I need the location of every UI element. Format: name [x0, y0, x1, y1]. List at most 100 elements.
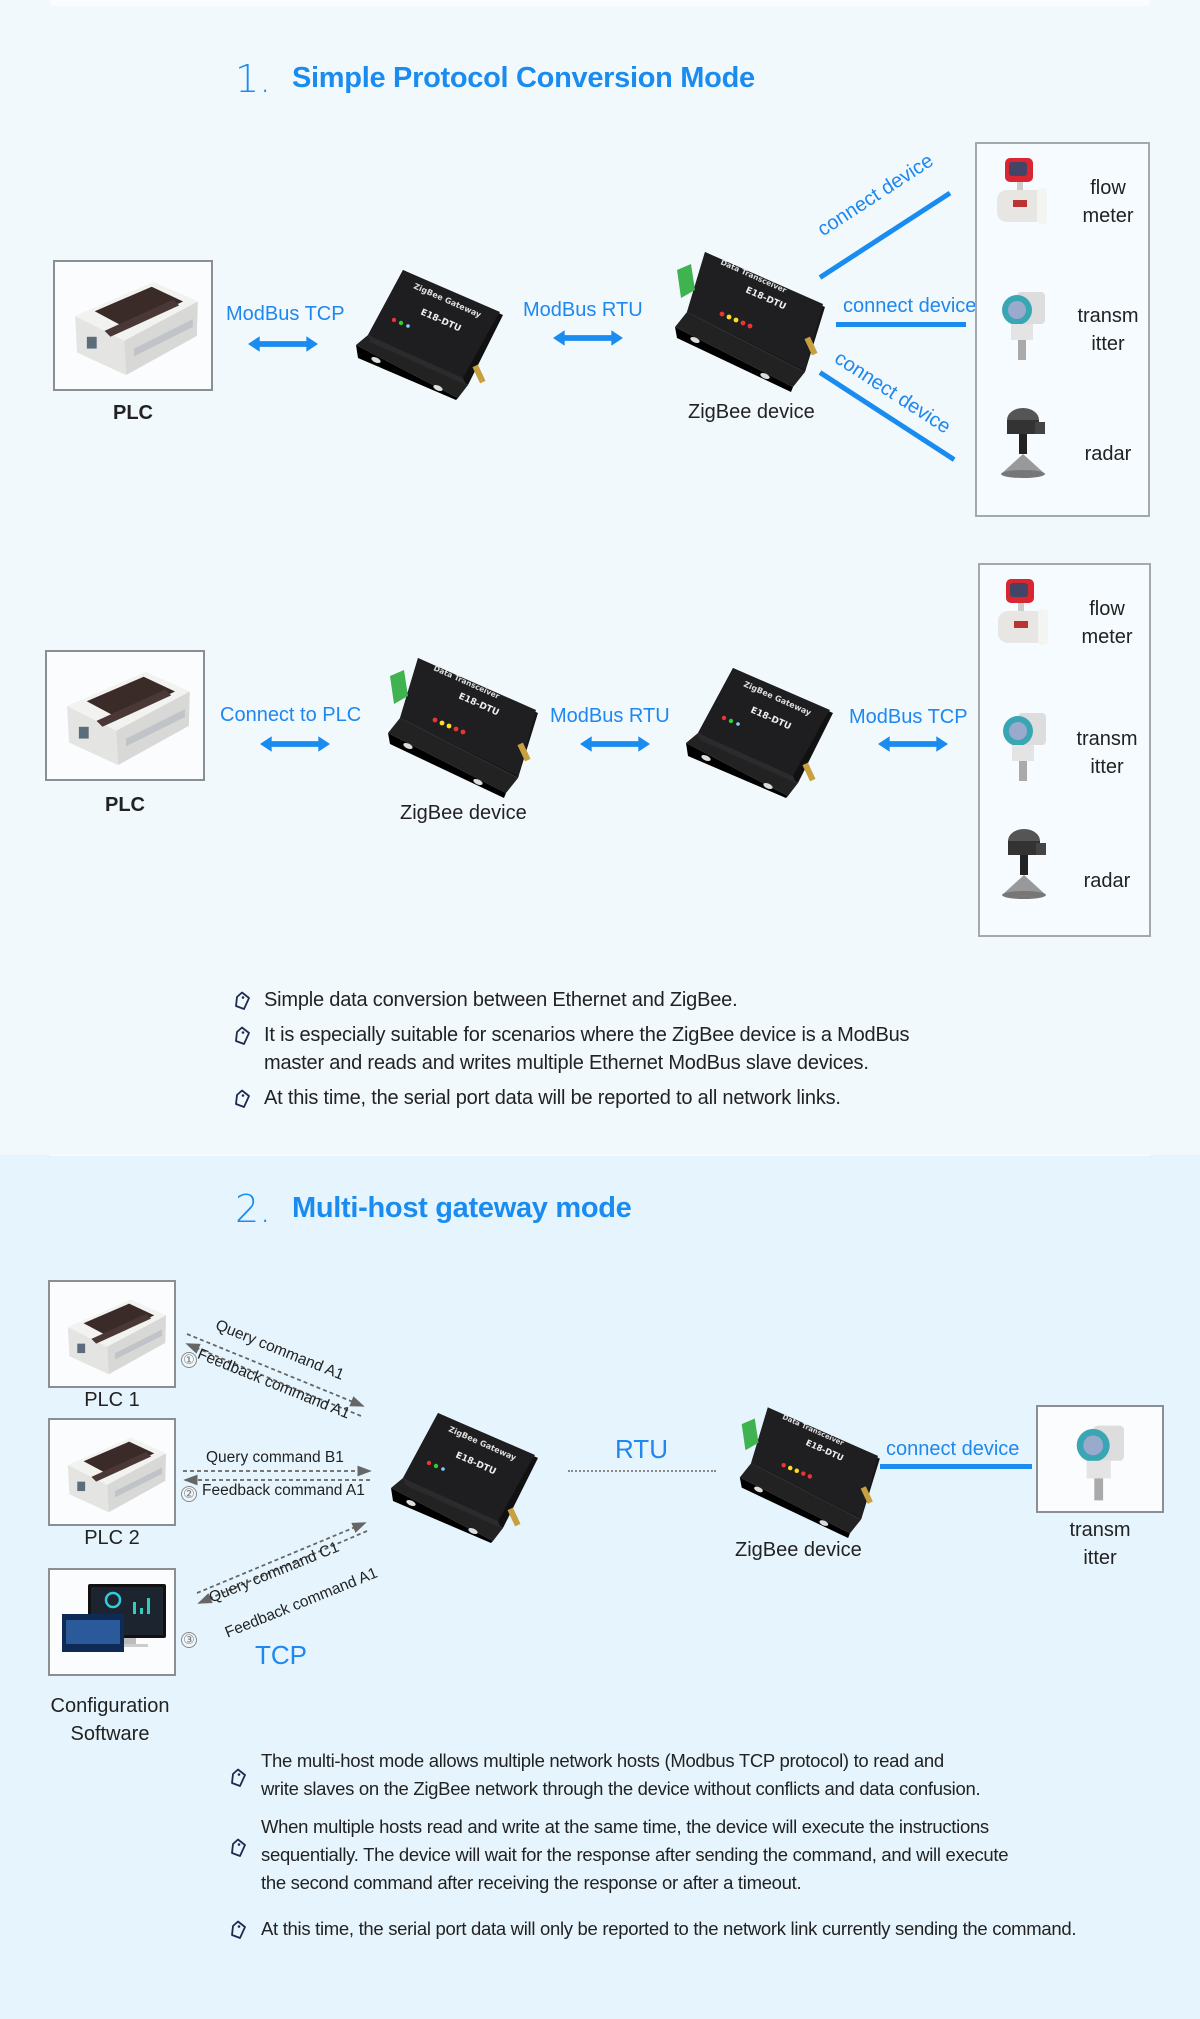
label-line: transm [1069, 1519, 1131, 1541]
rtu-dotted-line [568, 1470, 716, 1472]
transmitter-label: transm itter [1036, 1516, 1164, 1572]
double-arrow-icon [878, 736, 948, 752]
double-arrow-icon [260, 736, 330, 752]
zigbee-gateway-device [348, 250, 508, 400]
modbus-rtu-label: ModBus RTU [550, 705, 670, 727]
sensor-label-transmitter: transm itter [1073, 302, 1143, 358]
section-divider [50, 1154, 1150, 1156]
modbus-tcp-label: ModBus TCP [226, 303, 345, 325]
zigbee-gateway-device [678, 648, 838, 798]
connect-device-label: connect device [813, 149, 938, 241]
step-number-3: ③ [181, 1632, 197, 1648]
bullet-item: The multi-host mode allows multiple netw… [261, 1747, 981, 1803]
radar-icon [995, 406, 1055, 486]
bullet-line: write slaves on the ZigBee network throu… [261, 1778, 981, 1799]
section2-number: 2. [235, 1187, 272, 1231]
section1-title: Simple Protocol Conversion Mode [292, 62, 755, 94]
bullet-item: When multiple hosts read and write at th… [261, 1813, 1009, 1897]
plc-icon [60, 1428, 170, 1518]
plc-icon [57, 662, 195, 770]
bullet-line: Simple data conversion between Ethernet … [264, 989, 738, 1011]
modbus-rtu-label: ModBus RTU [523, 299, 643, 321]
bullet-line: sequentially. The device will wait for t… [261, 1844, 1009, 1865]
sensor-label-line: meter [1081, 626, 1133, 648]
section2-title: Multi-host gateway mode [292, 1192, 632, 1224]
bullet-line: At this time, the serial port data will … [264, 1087, 841, 1109]
bullet-item: It is especially suitable for scenarios … [264, 1021, 910, 1077]
bullet-item: At this time, the serial port data will … [261, 1915, 1077, 1943]
zigbee-transceiver-device [730, 1398, 885, 1538]
sensor-label-radar: radar [1083, 870, 1131, 892]
connect-to-plc-label: Connect to PLC [220, 704, 362, 726]
rtu-label: RTU [615, 1434, 668, 1464]
sensor-label-line: transm [1077, 305, 1139, 327]
sensor-label-line: flow [1090, 177, 1126, 199]
plc-image-box [53, 260, 213, 391]
plc-icon [65, 272, 203, 380]
label-line: Software [70, 1723, 150, 1745]
sensor-label-line: transm [1076, 728, 1138, 750]
bullet-line: When multiple hosts read and write at th… [261, 1816, 989, 1837]
sensor-group-box: flow meter transm itter radar [975, 142, 1150, 517]
transmitter-image-box [1036, 1405, 1164, 1513]
sensor-label-line: flow [1089, 598, 1125, 620]
top-strip [50, 0, 1150, 6]
bullet-line: It is especially suitable for scenarios … [264, 1024, 910, 1046]
label-line: Configuration [50, 1695, 170, 1717]
bullet-line: the second command after receiving the r… [261, 1872, 802, 1893]
flow-meter-icon [993, 154, 1053, 234]
zigbee-transceiver-device [665, 242, 830, 392]
connect-line [880, 1464, 1032, 1469]
plc2-image-box [48, 1418, 176, 1526]
zigbee-gateway-device [383, 1393, 543, 1543]
sensor-label-line: itter [1091, 333, 1125, 355]
step-number-1: ① [181, 1352, 197, 1368]
zigbee-device-label: ZigBee device [400, 802, 527, 824]
query-label: Query command B1 [206, 1449, 344, 1466]
transmitter-icon [1068, 1419, 1136, 1507]
tag-icon [232, 1089, 252, 1109]
tcp-label: TCP [255, 1640, 307, 1670]
connect-device-label: connect device [886, 1438, 1020, 1460]
transmitter-icon [996, 707, 1056, 787]
tag-icon [232, 991, 252, 1011]
bullet-line: At this time, the serial port data will … [261, 1918, 1077, 1939]
plc2-label: PLC 2 [84, 1527, 140, 1549]
sensor-label-flow-meter: flow meter [1072, 595, 1142, 651]
zigbee-transceiver-device [378, 648, 543, 798]
plc1-label: PLC 1 [84, 1389, 140, 1411]
modbus-tcp-label: ModBus TCP [849, 706, 968, 728]
zigbee-device-label: ZigBee device [688, 401, 815, 423]
config-software-label: Configuration Software [30, 1692, 190, 1748]
radar-icon [996, 827, 1056, 907]
sensor-group-box: flow meter transm itter radar [978, 563, 1151, 937]
plc-icon [60, 1290, 170, 1380]
tag-icon [232, 1026, 252, 1046]
sensor-label-line: itter [1090, 756, 1124, 778]
tag-icon [228, 1838, 248, 1858]
flow-meter-icon [994, 575, 1054, 655]
step-number-2: ② [181, 1486, 197, 1502]
double-arrow-icon [580, 736, 650, 752]
connect-line [818, 190, 952, 280]
tag-icon [228, 1768, 248, 1788]
monitor-icon [58, 1580, 168, 1670]
bullet-item: At this time, the serial port data will … [264, 1084, 841, 1112]
connect-line [836, 322, 966, 327]
double-arrow-icon [553, 330, 623, 346]
bullet-item: Simple data conversion between Ethernet … [264, 986, 738, 1014]
plc-label: PLC [105, 794, 145, 816]
feedback-label: Feedback command A1 [202, 1482, 365, 1499]
plc-label: PLC [113, 402, 153, 424]
sensor-label-flow-meter: flow meter [1073, 174, 1143, 230]
bullet-line: The multi-host mode allows multiple netw… [261, 1750, 944, 1771]
plc1-image-box [48, 1280, 176, 1388]
bullet-line: master and reads and writes multiple Eth… [264, 1052, 869, 1074]
section1-number: 1. [235, 57, 272, 101]
zigbee-device-label: ZigBee device [735, 1539, 862, 1561]
double-arrow-icon [248, 336, 318, 352]
plc-image-box [45, 650, 205, 781]
config-software-image-box [48, 1568, 176, 1676]
label-line: itter [1083, 1547, 1117, 1569]
sensor-label-radar: radar [1084, 443, 1132, 465]
